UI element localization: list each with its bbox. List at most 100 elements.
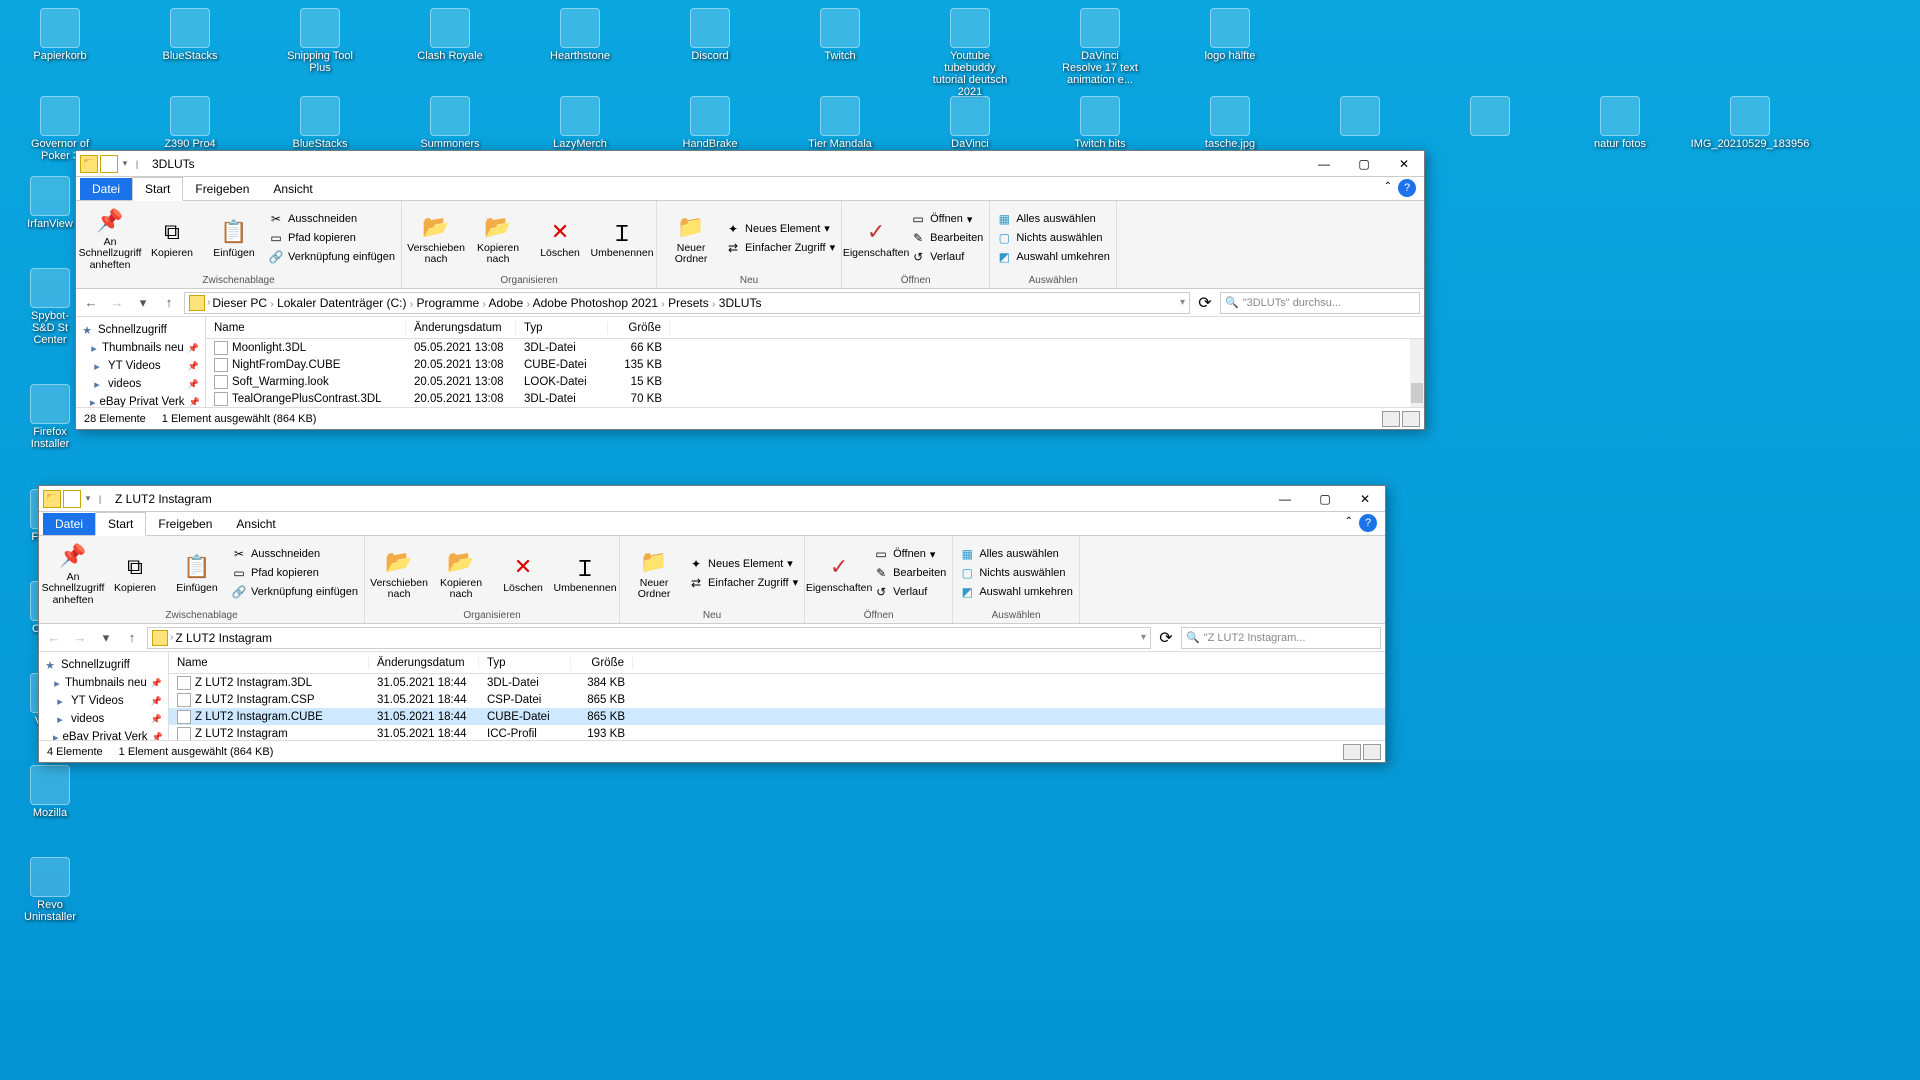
recent-button[interactable]: ▾ (132, 292, 154, 314)
cut-button[interactable]: ✂Ausschneiden (268, 211, 395, 227)
quickaccess-header[interactable]: ★Schnellzugriff (76, 321, 205, 339)
up-button[interactable]: ↑ (158, 292, 180, 314)
breadcrumb-item[interactable]: Lokaler Datenträger (C:) (277, 296, 406, 310)
delete-button[interactable]: ✕Löschen (495, 551, 551, 594)
maximize-button[interactable]: ▢ (1344, 151, 1384, 177)
copy-path-button[interactable]: ▭Pfad kopieren (268, 230, 395, 246)
edit-button[interactable]: ✎Bearbeiten (873, 565, 946, 581)
open-button[interactable]: ▭Öffnen ▾ (910, 211, 983, 227)
breadcrumb-item[interactable]: Adobe Photoshop 2021 (533, 296, 658, 310)
file-row[interactable]: TealOrangePlusContrast.3DL20.05.2021 13:… (206, 390, 1424, 407)
column-headers[interactable]: Name Änderungsdatum Typ Größe (206, 317, 1424, 339)
minimize-button[interactable]: — (1265, 486, 1305, 512)
col-name[interactable]: Name (206, 322, 406, 334)
file-row[interactable]: Moonlight.3DL05.05.2021 13:083DL-Datei66… (206, 339, 1424, 356)
recent-button[interactable]: ▾ (95, 627, 117, 649)
search-input[interactable]: 🔍"Z LUT2 Instagram... (1181, 627, 1381, 649)
move-to-button[interactable]: 📂Verschieben nach (371, 546, 427, 600)
pin-quickaccess-button[interactable]: 📌An Schnellzugriff anheften (82, 205, 138, 270)
desktop-icon[interactable] (1450, 96, 1530, 186)
desktop-icon[interactable]: IMG_20210529_183956 (1710, 96, 1790, 186)
desktop-icon[interactable]: Snipping Tool Plus (280, 8, 360, 98)
desktop-icon[interactable]: DaVinci Resolve 17 text animation e... (1060, 8, 1140, 98)
forward-button[interactable]: → (69, 627, 91, 649)
col-size[interactable]: Größe (608, 322, 670, 334)
paste-link-button[interactable]: 🔗Verknüpfung einfügen (268, 249, 395, 265)
chevron-down-icon[interactable]: ▾ (83, 493, 93, 504)
up-button[interactable]: ↑ (121, 627, 143, 649)
navigation-pane[interactable]: ★Schnellzugriff ▸Thumbnails neu📌▸YT Vide… (76, 317, 206, 407)
select-none-button[interactable]: ▢Nichts auswählen (959, 565, 1073, 581)
nav-item[interactable]: ▸videos📌 (39, 710, 168, 728)
chevron-down-icon[interactable]: ▾ (1180, 297, 1185, 308)
breadcrumb-item[interactable]: Programme (416, 296, 479, 310)
breadcrumb-item[interactable]: Z LUT2 Instagram (175, 631, 272, 645)
nav-item[interactable]: ▸eBay Privat Verk📌 (39, 728, 168, 740)
paste-button[interactable]: 📋Einfügen (206, 216, 262, 259)
close-button[interactable]: ✕ (1345, 486, 1385, 512)
view-icons-button[interactable] (1363, 744, 1381, 760)
tab-file[interactable]: Datei (80, 178, 132, 200)
new-item-button[interactable]: ✦Neues Element ▾ (725, 221, 835, 237)
copy-button[interactable]: ⧉Kopieren (107, 551, 163, 594)
search-input[interactable]: 🔍"3DLUTs" durchsu... (1220, 292, 1420, 314)
qat-icon[interactable] (100, 155, 118, 173)
chevron-down-icon[interactable]: ▾ (1141, 632, 1146, 643)
easy-access-button[interactable]: ⇄Einfacher Zugriff ▾ (688, 575, 798, 591)
desktop-icon[interactable]: Mozilla (20, 765, 80, 819)
desktop-icon[interactable]: Clash Royale (410, 8, 490, 98)
edit-button[interactable]: ✎Bearbeiten (910, 230, 983, 246)
pin-quickaccess-button[interactable]: 📌An Schnellzugriff anheften (45, 540, 101, 605)
nav-item[interactable]: ▸Thumbnails neu📌 (39, 674, 168, 692)
view-details-button[interactable] (1382, 411, 1400, 427)
minimize-button[interactable]: — (1304, 151, 1344, 177)
file-row[interactable]: Z LUT2 Instagram31.05.2021 18:44ICC-Prof… (169, 725, 1385, 740)
col-name[interactable]: Name (169, 657, 369, 669)
desktop-icon[interactable]: Revo Uninstaller (20, 857, 80, 923)
help-icon[interactable]: ? (1359, 514, 1377, 532)
tab-home[interactable]: Start (132, 177, 183, 201)
view-details-button[interactable] (1343, 744, 1361, 760)
qat-icon[interactable] (63, 490, 81, 508)
desktop-icon[interactable]: Papierkorb (20, 8, 100, 98)
desktop-icon[interactable]: Hearthstone (540, 8, 620, 98)
nav-item[interactable]: ▸eBay Privat Verk📌 (76, 393, 205, 407)
address-bar[interactable]: › Dieser PC › Lokaler Datenträger (C:) ›… (184, 292, 1190, 314)
refresh-button[interactable]: ⟳ (1194, 292, 1216, 314)
desktop-icon[interactable]: logo hälfte (1190, 8, 1270, 98)
desktop-icon[interactable]: BlueStacks (150, 8, 230, 98)
help-icon[interactable]: ? (1398, 179, 1416, 197)
paste-button[interactable]: 📋Einfügen (169, 551, 225, 594)
breadcrumb-item[interactable]: Dieser PC (212, 296, 267, 310)
col-size[interactable]: Größe (571, 657, 633, 669)
cut-button[interactable]: ✂Ausschneiden (231, 546, 358, 562)
tab-file[interactable]: Datei (43, 513, 95, 535)
copy-to-button[interactable]: 📂Kopieren nach (433, 546, 489, 600)
col-type[interactable]: Typ (516, 322, 608, 334)
copy-path-button[interactable]: ▭Pfad kopieren (231, 565, 358, 581)
select-all-button[interactable]: ▦Alles auswählen (959, 546, 1073, 562)
copy-button[interactable]: ⧉Kopieren (144, 216, 200, 259)
back-button[interactable]: ← (43, 627, 65, 649)
maximize-button[interactable]: ▢ (1305, 486, 1345, 512)
view-icons-button[interactable] (1402, 411, 1420, 427)
column-headers[interactable]: Name Änderungsdatum Typ Größe (169, 652, 1385, 674)
desktop-icon[interactable]: IrfanView (20, 176, 80, 230)
open-button[interactable]: ▭Öffnen ▾ (873, 546, 946, 562)
new-folder-button[interactable]: 📁Neuer Ordner (626, 546, 682, 600)
tab-view[interactable]: Ansicht (261, 178, 324, 200)
rename-button[interactable]: ＩUmbenennen (594, 216, 650, 259)
file-row[interactable]: Z LUT2 Instagram.CSP31.05.2021 18:44CSP-… (169, 691, 1385, 708)
rename-button[interactable]: ＩUmbenennen (557, 551, 613, 594)
nav-item[interactable]: ▸YT Videos📌 (76, 357, 205, 375)
breadcrumb-item[interactable]: Presets (668, 296, 709, 310)
minimize-ribbon-icon[interactable]: ⌃ (1345, 516, 1353, 527)
minimize-ribbon-icon[interactable]: ⌃ (1384, 181, 1392, 192)
desktop-icon[interactable]: Spybot-S&D St Center (20, 268, 80, 346)
col-date[interactable]: Änderungsdatum (369, 657, 479, 669)
select-none-button[interactable]: ▢Nichts auswählen (996, 230, 1110, 246)
navigation-pane[interactable]: ★Schnellzugriff ▸Thumbnails neu📌▸YT Vide… (39, 652, 169, 740)
nav-item[interactable]: ▸videos📌 (76, 375, 205, 393)
move-to-button[interactable]: 📂Verschieben nach (408, 211, 464, 265)
properties-button[interactable]: ✓Eigenschaften (848, 216, 904, 259)
